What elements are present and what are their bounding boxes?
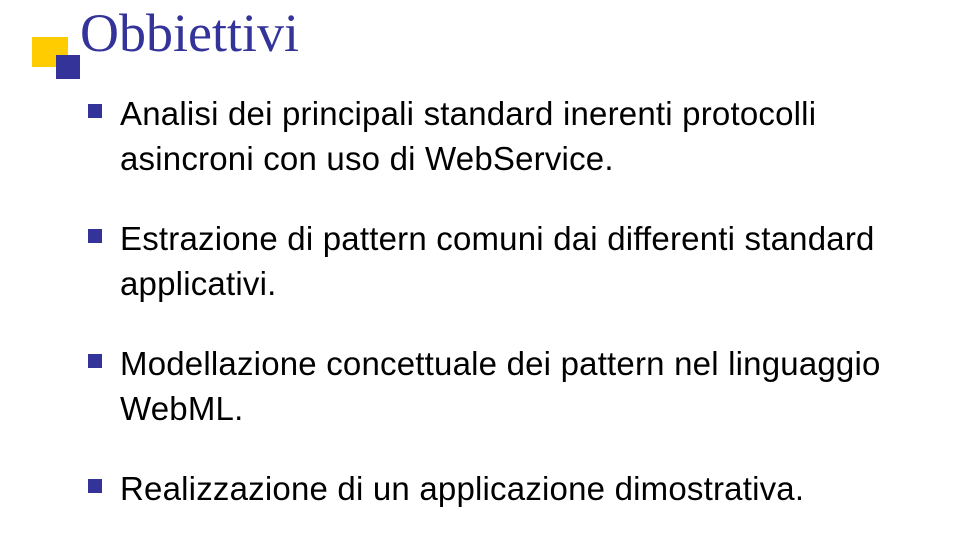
bullet-text: Realizzazione di un applicazione dimostr… [120, 467, 804, 512]
title-area: Obbiettivi [32, 5, 299, 62]
list-item: Realizzazione di un applicazione dimostr… [88, 467, 900, 512]
title-accent-bar [32, 37, 68, 67]
bullet-text: Modellazione concettuale dei pattern nel… [120, 342, 900, 431]
list-item: Estrazione di pattern comuni dai differe… [88, 217, 900, 306]
list-item: Analisi dei principali standard inerenti… [88, 92, 900, 181]
slide: Obbiettivi Analisi dei principali standa… [0, 0, 960, 554]
bullet-text: Estrazione di pattern comuni dai differe… [120, 217, 900, 306]
bullet-icon [88, 479, 102, 493]
bullet-icon [88, 354, 102, 368]
bullet-icon [88, 229, 102, 243]
slide-body: Analisi dei principali standard inerenti… [88, 92, 900, 548]
slide-title: Obbiettivi [80, 5, 299, 62]
bullet-text: Analisi dei principali standard inerenti… [120, 92, 900, 181]
list-item: Modellazione concettuale dei pattern nel… [88, 342, 900, 431]
bullet-icon [88, 104, 102, 118]
